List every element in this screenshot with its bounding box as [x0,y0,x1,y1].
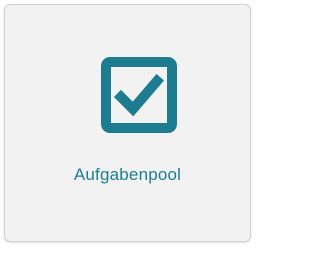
aufgabenpool-tile[interactable]: Aufgabenpool [4,4,251,242]
checkbox-checked-icon [101,57,177,133]
tile-label: Aufgabenpool [73,165,182,184]
